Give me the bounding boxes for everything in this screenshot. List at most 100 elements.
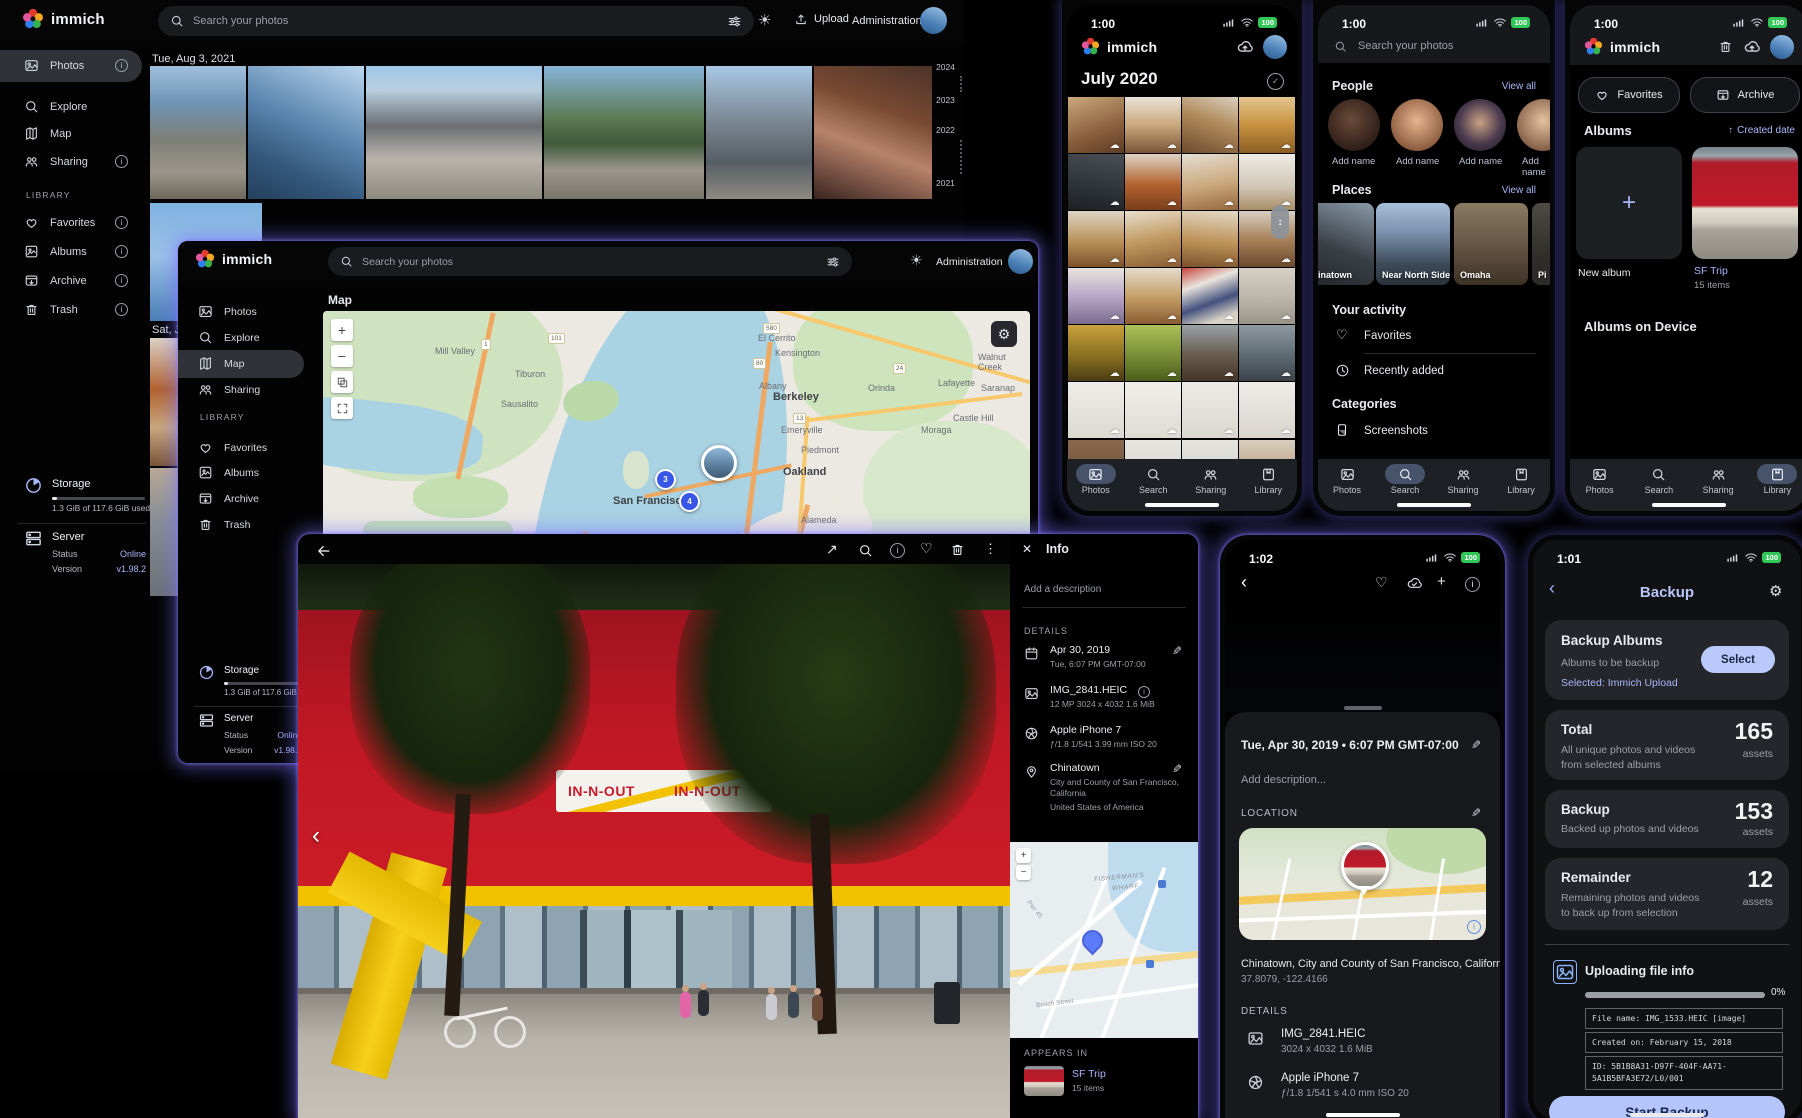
- back-chevron-icon[interactable]: ‹: [1241, 572, 1247, 593]
- nav-photos[interactable]: Photos: [1321, 464, 1373, 495]
- close-icon[interactable]: ✕: [1022, 542, 1032, 556]
- photo-tile[interactable]: ☁: [1125, 382, 1181, 438]
- nav-photos[interactable]: Photos: [1070, 464, 1122, 495]
- album-thumbnail[interactable]: [1024, 1066, 1064, 1096]
- cloud-upload-icon[interactable]: [1235, 38, 1255, 56]
- photo-viewer-image[interactable]: IN-N-OUT IN-N-OUT ‹: [298, 564, 1010, 1118]
- sidebar-item-archive[interactable]: Archive i: [24, 273, 128, 288]
- sidebar-item-archive[interactable]: Archive: [198, 491, 294, 506]
- photo-tile[interactable]: ☁: [1125, 325, 1181, 381]
- photo-tile[interactable]: [544, 66, 704, 199]
- map-info-icon[interactable]: i: [1467, 920, 1481, 934]
- photo-tile[interactable]: ☁: [1125, 268, 1181, 324]
- trash-icon[interactable]: [950, 542, 965, 557]
- place-tile[interactable]: Chinatown: [1318, 203, 1374, 285]
- info-circle-icon[interactable]: i: [1138, 686, 1150, 698]
- photo-tile[interactable]: ☁: [1068, 97, 1124, 153]
- photo-tile[interactable]: [248, 66, 364, 199]
- select-all-check-icon[interactable]: ✓: [1267, 73, 1284, 90]
- home-indicator[interactable]: [1326, 1113, 1400, 1117]
- place-tile[interactable]: Omaha: [1454, 203, 1528, 285]
- nav-sharing[interactable]: Sharing: [1437, 464, 1489, 495]
- avatar[interactable]: [1263, 35, 1287, 59]
- share-icon[interactable]: ↗: [826, 541, 838, 558]
- add-name-link[interactable]: Add name: [1332, 156, 1375, 167]
- scrubber-year[interactable]: 2024: [936, 62, 955, 72]
- map-zoom-out-button[interactable]: −: [331, 345, 353, 367]
- map-cluster-marker[interactable]: 4: [679, 491, 700, 512]
- photo-tile[interactable]: ☁: [1125, 211, 1181, 267]
- new-album-tile[interactable]: +: [1576, 147, 1682, 259]
- sidebar-item-trash[interactable]: Trash: [198, 517, 294, 532]
- photo-tile[interactable]: [366, 66, 542, 199]
- favorite-heart-icon[interactable]: ♡: [1375, 574, 1388, 591]
- zoom-icon[interactable]: [858, 543, 873, 558]
- places-view-all-link[interactable]: View all: [1502, 185, 1536, 196]
- map-layers-button[interactable]: [331, 371, 353, 393]
- info-icon[interactable]: i: [1465, 577, 1480, 592]
- album-link[interactable]: SF Trip: [1072, 1068, 1106, 1080]
- person-face[interactable]: [1454, 99, 1506, 151]
- filter-sliders-icon[interactable]: [826, 255, 840, 269]
- favorites-button[interactable]: Favorites: [1578, 77, 1680, 113]
- home-indicator[interactable]: [1652, 503, 1726, 507]
- nav-search[interactable]: Search: [1379, 464, 1431, 495]
- immich-logo[interactable]: immich: [195, 249, 272, 269]
- scrollbar-thumb[interactable]: ↕: [1271, 205, 1289, 239]
- sidebar-item-albums[interactable]: Albums i: [24, 244, 128, 259]
- sidebar-item-sharing[interactable]: Sharing i: [24, 154, 128, 169]
- photo-tile[interactable]: ☁: [1239, 382, 1295, 438]
- info-icon[interactable]: i: [890, 543, 905, 558]
- photo-tile[interactable]: ☁: [1068, 154, 1124, 210]
- sheet-drag-handle[interactable]: [1344, 706, 1382, 710]
- photo-tile[interactable]: [814, 66, 932, 199]
- map-cluster-marker[interactable]: 3: [655, 469, 676, 490]
- search-input[interactable]: Search your photos: [1358, 40, 1453, 52]
- scrubber-year[interactable]: 2021: [936, 178, 955, 188]
- person-face[interactable]: [1328, 99, 1380, 151]
- location-mini-map[interactable]: FISHERMAN'S WHARF Pier 45 Beach Street +…: [1010, 842, 1198, 1038]
- photo-preview[interactable]: [1225, 600, 1500, 712]
- search-input[interactable]: Search your photos: [158, 6, 754, 36]
- add-description-field[interactable]: Add a description: [1024, 584, 1101, 595]
- sidebar-item-map[interactable]: Map: [198, 356, 294, 371]
- sidebar-item-explore[interactable]: Explore: [198, 330, 294, 345]
- scrubber-year[interactable]: 2022: [936, 125, 955, 135]
- photo-tile[interactable]: ☁: [1182, 154, 1238, 210]
- add-name-link[interactable]: Add name: [1459, 156, 1502, 167]
- photo-tile[interactable]: ☁: [1182, 325, 1238, 381]
- administration-link[interactable]: Administration: [852, 15, 922, 27]
- mini-map-zoom-in[interactable]: +: [1016, 848, 1031, 863]
- photo-tile[interactable]: ☁: [1239, 325, 1295, 381]
- sidebar-item-photos[interactable]: Photos: [198, 304, 294, 319]
- nav-sharing[interactable]: Sharing: [1692, 464, 1744, 495]
- map-zoom-in-button[interactable]: +: [331, 319, 353, 341]
- add-description-field[interactable]: Add description...: [1241, 774, 1326, 786]
- more-kebab-icon[interactable]: ⋮: [984, 541, 997, 557]
- select-button[interactable]: Select: [1701, 646, 1775, 673]
- theme-toggle-sun-icon[interactable]: ☀: [758, 11, 771, 29]
- sidebar-item-sharing[interactable]: Sharing: [198, 382, 294, 397]
- place-tile[interactable]: Pi: [1532, 203, 1550, 285]
- photo-tile[interactable]: [150, 66, 246, 199]
- back-icon[interactable]: [316, 543, 332, 559]
- edit-location-pencil-icon[interactable]: ✎: [1172, 762, 1182, 776]
- nav-library[interactable]: Library: [1751, 464, 1802, 495]
- nav-library[interactable]: Library: [1495, 464, 1547, 495]
- people-view-all-link[interactable]: View all: [1502, 81, 1536, 92]
- nav-search[interactable]: Search: [1127, 464, 1179, 495]
- avatar[interactable]: [1770, 35, 1794, 59]
- trash-icon[interactable]: [1718, 39, 1733, 54]
- sidebar-item-photos[interactable]: Photos i: [24, 58, 128, 73]
- edit-date-pencil-icon[interactable]: ✎: [1471, 738, 1481, 752]
- edit-date-pencil-icon[interactable]: ✎: [1172, 644, 1182, 658]
- albums-sort-button[interactable]: ↑ Created date: [1728, 125, 1795, 136]
- home-indicator[interactable]: [1630, 1113, 1704, 1117]
- previous-photo-chevron[interactable]: ‹: [312, 822, 320, 850]
- home-indicator[interactable]: [1397, 503, 1471, 507]
- theme-toggle-sun-icon[interactable]: ☀: [910, 252, 923, 269]
- person-face[interactable]: [1391, 99, 1443, 151]
- settings-gear-icon[interactable]: ⚙: [1769, 582, 1782, 600]
- favorite-heart-icon[interactable]: ♡: [920, 540, 933, 557]
- photo-tile[interactable]: ☁: [1068, 211, 1124, 267]
